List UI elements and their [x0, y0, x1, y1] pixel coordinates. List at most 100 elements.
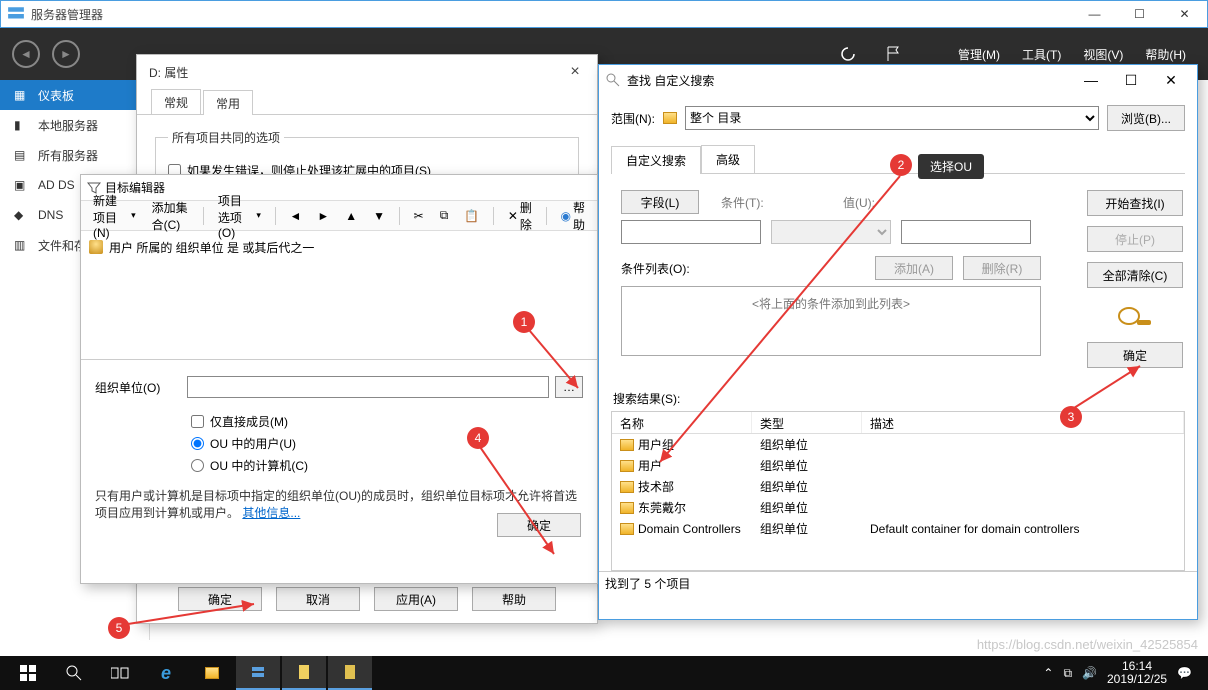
- remove-condition-button[interactable]: 删除(R): [963, 256, 1041, 280]
- clear-all-button[interactable]: 全部清除(C): [1087, 262, 1183, 288]
- ou-icon: [620, 439, 634, 451]
- taskbar-clock[interactable]: 16:14 2019/12/25: [1107, 660, 1167, 686]
- ou-icon: [620, 502, 634, 514]
- props-help-button[interactable]: 帮助: [472, 587, 556, 611]
- menu-view[interactable]: 视图(V): [1083, 46, 1123, 63]
- add-condition-button[interactable]: 添加(A): [875, 256, 953, 280]
- field-input[interactable]: [621, 220, 761, 244]
- server-manager-icon: [7, 5, 25, 23]
- properties-close-button[interactable]: ×: [559, 63, 591, 81]
- paste-icon[interactable]: 📋: [458, 206, 485, 226]
- move-down-icon[interactable]: ▼: [367, 206, 391, 226]
- result-row[interactable]: 用户组组织单位: [612, 434, 1184, 455]
- help-button[interactable]: ◉ 帮助: [554, 196, 591, 236]
- tray-sound-icon[interactable]: 🔊: [1082, 666, 1097, 680]
- direct-members-checkbox[interactable]: [191, 415, 204, 428]
- ou-icon: [620, 481, 634, 493]
- target-rule-row[interactable]: 用户 所属的 组织单位 是 或其后代之一: [89, 237, 589, 257]
- users-in-ou-radio[interactable]: [191, 437, 204, 450]
- move-right-icon[interactable]: ►: [311, 206, 335, 226]
- computers-in-ou-label: OU 中的计算机(C): [210, 457, 308, 474]
- add-set-button[interactable]: 添加集合(C): [146, 196, 196, 236]
- result-row[interactable]: 用户组织单位: [612, 455, 1184, 476]
- server-manager-titlebar: 服务器管理器 — ☐ ✕: [0, 0, 1208, 28]
- value-input[interactable]: [901, 220, 1031, 244]
- stop-button[interactable]: 停止(P): [1087, 226, 1183, 252]
- find-minimize-button[interactable]: —: [1071, 66, 1111, 94]
- find-now-button[interactable]: 开始查找(I): [1087, 190, 1183, 216]
- move-left-icon[interactable]: ◄: [284, 206, 308, 226]
- target-rule-list[interactable]: 用户 所属的 组织单位 是 或其后代之一: [81, 231, 597, 359]
- users-in-ou-label: OU 中的用户(U): [210, 435, 296, 452]
- dns-icon: ◆: [14, 208, 28, 222]
- result-row[interactable]: 技术部组织单位: [612, 476, 1184, 497]
- computers-in-ou-radio[interactable]: [191, 459, 204, 472]
- menu-manage[interactable]: 管理(M): [958, 46, 1000, 63]
- maximize-button[interactable]: ☐: [1117, 0, 1162, 28]
- result-row[interactable]: Domain Controllers组织单位Default container …: [612, 518, 1184, 539]
- tray-up-icon[interactable]: ⌃: [1043, 666, 1053, 680]
- ou-icon: [620, 523, 634, 535]
- minimize-button[interactable]: —: [1072, 0, 1117, 28]
- server-manager-title: 服务器管理器: [31, 6, 1072, 23]
- scope-browse-button[interactable]: 浏览(B)...: [1107, 105, 1185, 131]
- taskbar: e ⌃ ⧉ 🔊 16:14 2019/12/25 💬: [0, 656, 1208, 690]
- other-info-link[interactable]: 其他信息...: [242, 506, 300, 520]
- col-type[interactable]: 类型: [752, 412, 862, 433]
- find-close-button[interactable]: ✕: [1151, 66, 1191, 94]
- search-button[interactable]: [52, 656, 96, 690]
- new-item-button[interactable]: 新建项目(N): [87, 189, 142, 243]
- sidebar-item-all-servers[interactable]: ▤所有服务器: [0, 140, 149, 170]
- menu-tools[interactable]: 工具(T): [1022, 46, 1061, 63]
- ou-browse-button[interactable]: …: [555, 376, 583, 398]
- refresh-icon[interactable]: [840, 46, 856, 62]
- tray-network-icon[interactable]: ⧉: [1063, 666, 1072, 681]
- props-cancel-button[interactable]: 取消: [276, 587, 360, 611]
- tab-common[interactable]: 常用: [203, 90, 253, 115]
- props-apply-button[interactable]: 应用(A): [374, 587, 458, 611]
- aduc-task[interactable]: [328, 656, 372, 690]
- explorer-button[interactable]: [190, 656, 234, 690]
- find-maximize-button[interactable]: ☐: [1111, 66, 1151, 94]
- col-name[interactable]: 名称: [612, 412, 752, 433]
- cut-icon[interactable]: ✂: [408, 206, 430, 226]
- item-options-button[interactable]: 项目选项(O): [212, 189, 267, 243]
- tab-advanced[interactable]: 高级: [701, 145, 755, 173]
- server-manager-task[interactable]: [236, 656, 280, 690]
- target-ok-button[interactable]: 确定: [497, 513, 581, 537]
- tab-general[interactable]: 常规: [151, 89, 201, 114]
- value-label: 值(U):: [843, 194, 943, 211]
- watermark: https://blog.csdn.net/weixin_42525854: [977, 637, 1198, 652]
- condition-list-label: 条件列表(O):: [621, 260, 690, 277]
- move-up-icon[interactable]: ▲: [339, 206, 363, 226]
- find-status-bar: 找到了 5 个项目: [599, 571, 1197, 595]
- task-view-button[interactable]: [98, 656, 142, 690]
- props-ok-button[interactable]: 确定: [178, 587, 262, 611]
- gpmc-task[interactable]: [282, 656, 326, 690]
- start-button[interactable]: [6, 656, 50, 690]
- results-grid[interactable]: 名称 类型 描述 用户组组织单位用户组织单位技术部组织单位东莞戴尔组织单位Dom…: [611, 411, 1185, 571]
- scope-select[interactable]: 整个 目录: [685, 106, 1099, 130]
- properties-title: D: 属性: [149, 64, 188, 81]
- condition-select[interactable]: [771, 220, 891, 244]
- delete-button[interactable]: ✕ 删除: [502, 196, 538, 236]
- ie-button[interactable]: e: [144, 656, 188, 690]
- condition-list-box[interactable]: <将上面的条件添加到此列表>: [621, 286, 1041, 356]
- menu-help[interactable]: 帮助(H): [1145, 46, 1186, 63]
- ou-input[interactable]: [187, 376, 549, 398]
- col-desc[interactable]: 描述: [862, 412, 1184, 433]
- tray-notifications-icon[interactable]: 💬: [1177, 666, 1192, 680]
- find-ok-button[interactable]: 确定: [1087, 342, 1183, 368]
- result-row[interactable]: 东莞戴尔组织单位: [612, 497, 1184, 518]
- nav-back-button[interactable]: ◄: [12, 40, 40, 68]
- nav-forward-button[interactable]: ►: [52, 40, 80, 68]
- file-icon: ▥: [14, 238, 28, 252]
- sidebar-item-dashboard[interactable]: ▦仪表板: [0, 80, 149, 110]
- field-button[interactable]: 字段(L): [621, 190, 699, 214]
- tab-custom-search[interactable]: 自定义搜索: [611, 146, 701, 174]
- flag-icon[interactable]: [886, 46, 902, 62]
- close-button[interactable]: ✕: [1162, 0, 1207, 28]
- sidebar-item-local-server[interactable]: ▮本地服务器: [0, 110, 149, 140]
- common-options-legend: 所有项目共同的选项: [168, 129, 284, 146]
- copy-icon[interactable]: ⧉: [434, 205, 455, 226]
